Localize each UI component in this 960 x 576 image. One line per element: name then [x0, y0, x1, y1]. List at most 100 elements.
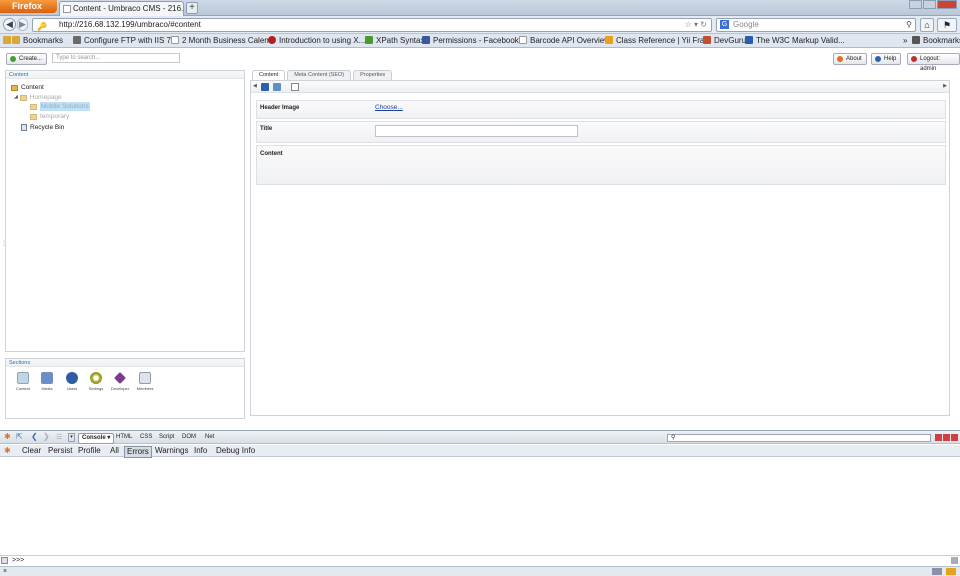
- console-filter-bar: ✱ Clear Persist Profile All Errors Warni…: [0, 445, 960, 458]
- cms-search-input[interactable]: Type to search...: [52, 53, 180, 63]
- firefox-menu-button[interactable]: Firefox: [0, 0, 57, 13]
- bookmark-star-icon[interactable]: ☆ ▾ ↻: [685, 19, 707, 31]
- fb-tab-css[interactable]: CSS: [140, 434, 152, 440]
- close-window-button[interactable]: [937, 0, 957, 9]
- editor-tabs: Content Meta Content (SEO) Properties: [252, 70, 394, 80]
- fb-tab-html[interactable]: HTML: [116, 434, 132, 440]
- fb-close-icon[interactable]: [951, 434, 958, 441]
- bookmark-favicon-icon: [365, 36, 373, 44]
- fb-tab-dom[interactable]: DOM: [182, 434, 196, 440]
- bookmark-item[interactable]: Permissions - Facebook...: [422, 34, 525, 47]
- filter-persist[interactable]: Persist: [48, 445, 72, 457]
- filter-errors[interactable]: Errors: [124, 446, 152, 458]
- preview-icon[interactable]: [291, 83, 299, 91]
- about-icon: [837, 56, 843, 62]
- filter-clear[interactable]: Clear: [22, 445, 41, 457]
- editor-toolbar: ◀ ▶: [251, 81, 949, 93]
- bookmark-item[interactable]: 2 Month Business Calen...: [171, 34, 275, 47]
- menu-icon[interactable]: ☰: [56, 433, 62, 441]
- new-tab-button[interactable]: +: [186, 2, 198, 14]
- inspect-icon[interactable]: ⇱: [16, 432, 23, 441]
- logout-button[interactable]: Logout: admin: [907, 53, 960, 72]
- scroll-left-icon[interactable]: ◀: [253, 83, 257, 89]
- section-developer[interactable]: Developer: [109, 372, 131, 391]
- about-button[interactable]: About: [833, 53, 867, 65]
- tree-node-mobile-solutions[interactable]: Mobile Solutions: [30, 102, 90, 111]
- section-settings[interactable]: Settings: [85, 372, 107, 391]
- bookmark-item[interactable]: The W3C Markup Valid...: [745, 34, 845, 47]
- forward-button[interactable]: ▶: [17, 18, 28, 31]
- console-command-line[interactable]: >>>: [0, 555, 960, 566]
- filter-all[interactable]: All: [110, 445, 119, 457]
- help-button[interactable]: Help: [871, 53, 902, 65]
- bookmark-item[interactable]: Configure FTP with IIS 7...: [73, 34, 178, 47]
- browser-tab[interactable]: Content - Umbraco CMS - 216.6...: [59, 1, 184, 16]
- back-icon[interactable]: ❮: [31, 432, 38, 441]
- browser-search-input[interactable]: G Google ⚲: [716, 18, 916, 32]
- browser-title-bar: Firefox Content - Umbraco CMS - 216.6...…: [0, 0, 960, 16]
- firebug-status-icon[interactable]: [932, 568, 942, 575]
- filter-warnings[interactable]: Warnings: [155, 445, 189, 457]
- filter-profile[interactable]: Profile: [78, 445, 101, 457]
- tree-node-temporary[interactable]: temporary: [30, 112, 69, 121]
- console-clear-icon[interactable]: ✱: [4, 445, 11, 457]
- maximize-button[interactable]: [923, 0, 936, 9]
- recycle-bin-icon: [21, 124, 27, 131]
- url-bar[interactable]: 🔑 http://216.68.132.199/umbraco/#content…: [32, 18, 712, 32]
- sections-panel-title: Sections: [6, 359, 244, 367]
- section-users[interactable]: Users: [61, 372, 83, 391]
- site-identity-icon[interactable]: 🔑: [37, 21, 47, 33]
- title-input[interactable]: [375, 125, 578, 137]
- bookmark-item[interactable]: DevGuru: [703, 34, 746, 47]
- filter-info[interactable]: Info: [194, 445, 207, 457]
- firebug-icon[interactable]: ✱: [4, 432, 11, 441]
- command-editor-icon[interactable]: [951, 557, 958, 564]
- bookmark-favicon-icon: [605, 36, 613, 44]
- create-button[interactable]: Create...: [6, 53, 48, 65]
- fb-tab-net[interactable]: Net: [205, 434, 214, 440]
- search-icon[interactable]: ⚲: [906, 19, 912, 31]
- fb-detach-icon[interactable]: [943, 434, 950, 441]
- panel-resize-handle[interactable]: ⋮: [1, 241, 7, 254]
- bookmarks-toolbar: Bookmarks Configure FTP with IIS 7... 2 …: [0, 34, 960, 48]
- bookmark-item[interactable]: Introduction to using X...: [268, 34, 365, 47]
- addon-status-icon[interactable]: [946, 568, 956, 575]
- addon-button[interactable]: ⚑: [937, 18, 957, 32]
- tab-properties[interactable]: Properties: [353, 70, 393, 80]
- bookmarks-overflow-button[interactable]: »: [903, 34, 907, 47]
- save-icon[interactable]: [261, 83, 269, 91]
- fb-tab-script[interactable]: Script: [159, 434, 174, 440]
- dropdown-arrow-icon[interactable]: ▾: [68, 433, 75, 442]
- fb-tab-console[interactable]: Console ▾: [78, 433, 115, 444]
- bookmark-item[interactable]: Barcode API Overview: [519, 34, 610, 47]
- bookmark-item[interactable]: Bookmarks: [12, 34, 63, 47]
- bookmark-item[interactable]: XPath Syntax: [365, 34, 424, 47]
- minimize-button[interactable]: [909, 0, 922, 9]
- search-engine-icon[interactable]: G: [720, 20, 729, 29]
- back-button[interactable]: ◀: [3, 18, 16, 31]
- forward-icon[interactable]: ❯: [43, 432, 50, 441]
- search-icon: ⚲: [671, 435, 676, 441]
- close-addon-bar-icon[interactable]: ×: [3, 568, 7, 575]
- tree-node-content[interactable]: Content: [11, 83, 44, 92]
- bookmarks-folder-right[interactable]: Bookmarks: [912, 34, 960, 47]
- console-expand-icon[interactable]: [1, 557, 8, 564]
- scroll-right-icon[interactable]: ▶: [943, 83, 947, 89]
- tab-meta-content-seo[interactable]: Meta Content (SEO): [287, 70, 352, 80]
- section-members[interactable]: Members: [134, 372, 156, 391]
- fb-minimize-icon[interactable]: [935, 434, 942, 441]
- section-media[interactable]: Media: [36, 372, 58, 391]
- firebug-search-input[interactable]: ⚲: [667, 434, 931, 442]
- section-content[interactable]: Content: [12, 372, 34, 391]
- save-publish-icon[interactable]: [273, 83, 281, 91]
- expand-arrow-icon[interactable]: ◢: [14, 93, 18, 102]
- tab-content[interactable]: Content: [252, 70, 286, 80]
- choose-image-link[interactable]: Choose...: [375, 104, 403, 111]
- filter-debug-info[interactable]: Debug Info: [216, 445, 255, 457]
- bookmark-item[interactable]: Class Reference | Yii Fra...: [605, 34, 711, 47]
- home-button[interactable]: ⌂: [920, 18, 934, 32]
- folder-icon: [19, 94, 27, 101]
- tree-node-recycle-bin[interactable]: Recycle Bin: [21, 123, 64, 132]
- page-icon: [519, 36, 527, 44]
- tree-node-homepage[interactable]: ◢ Homepage: [14, 93, 62, 102]
